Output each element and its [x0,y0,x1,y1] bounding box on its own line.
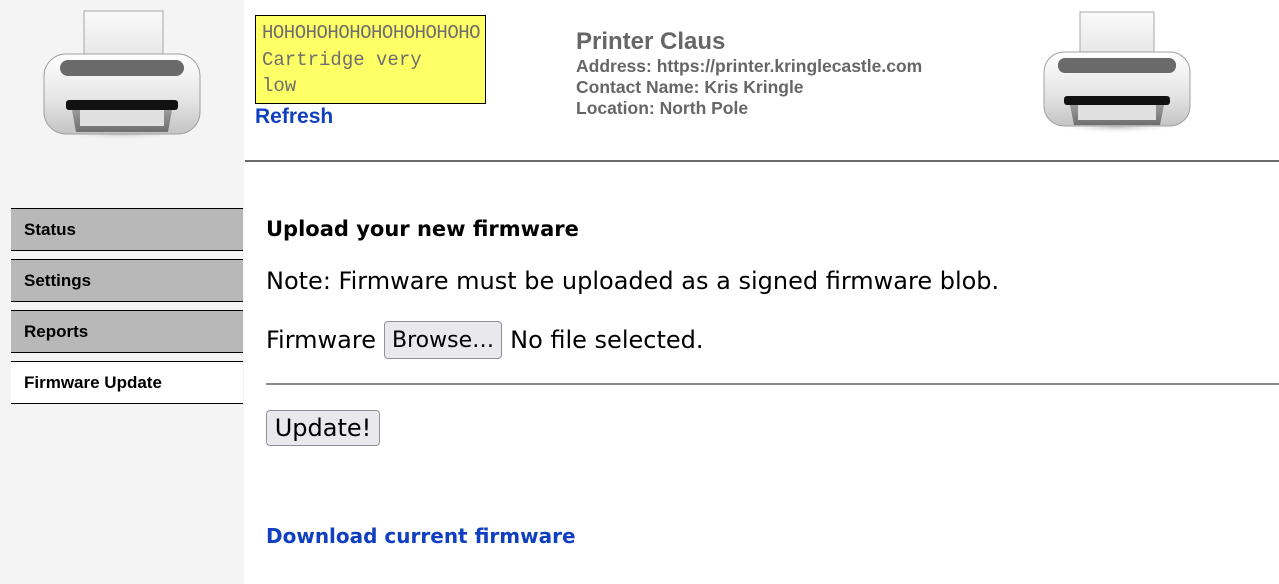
firmware-note: Note: Firmware must be uploaded as a sig… [266,267,1000,295]
printer-contact: Contact Name: Kris Kringle [576,77,804,97]
page-title: Upload your new firmware [266,217,579,241]
browse-button[interactable]: Browse… [384,321,503,359]
printer-info: Printer Claus Address: https://printer.k… [576,28,922,119]
lcd-line-1: HOHOHOHOHOHOHOHOHOHO [262,22,481,44]
update-button[interactable]: Update! [266,410,380,446]
lcd-line-2: Cartridge very low [262,49,422,97]
divider [266,383,1279,385]
download-firmware-link[interactable]: Download current firmware [266,524,576,548]
printer-icon [1042,10,1192,134]
sidebar-item-status[interactable]: Status [11,208,243,251]
sidebar-item-reports[interactable]: Reports [11,310,243,353]
printer-location: Location: North Pole [576,98,749,118]
sidebar: Status Settings Reports Firmware Update [0,0,244,584]
printer-icon [42,10,202,142]
printer-name: Printer Claus [576,28,726,55]
sidebar-nav: Status Settings Reports Firmware Update [11,208,243,412]
sidebar-item-settings[interactable]: Settings [11,259,243,302]
sidebar-item-firmware-update[interactable]: Firmware Update [11,361,243,404]
lcd-display: HOHOHOHOHOHOHOHOHOHO Cartridge very low [255,15,486,104]
firmware-label: Firmware [266,326,376,354]
firmware-file-row: Firmware Browse… No file selected. [266,321,704,359]
refresh-link[interactable]: Refresh [255,105,333,129]
header: HOHOHOHOHOHOHOHOHOHO Cartridge very low … [245,0,1279,162]
printer-address: Address: https://printer.kringlecastle.c… [576,56,923,76]
file-status: No file selected. [510,326,704,354]
